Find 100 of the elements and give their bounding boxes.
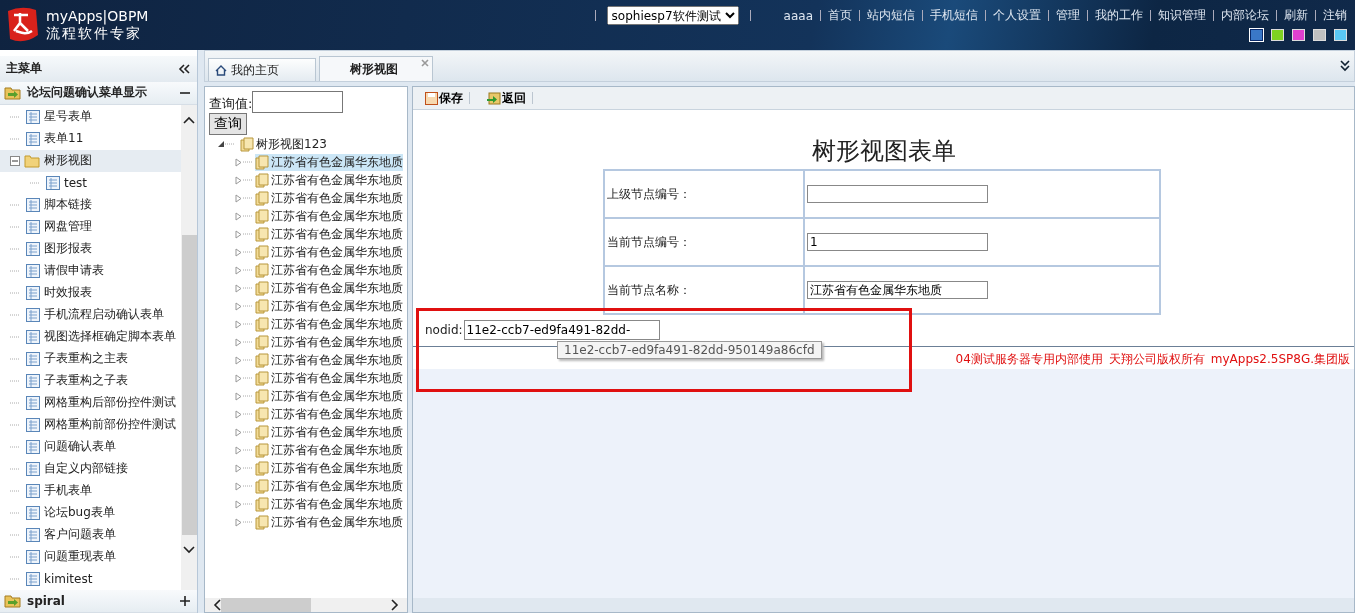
menu-item[interactable]: 网盘管理 — [0, 215, 181, 238]
menu-item[interactable]: 论坛bug表单 — [0, 501, 181, 524]
nav-link[interactable]: 刷新 — [1284, 7, 1308, 24]
tree-node[interactable]: 江苏省有色金属华东地质 — [255, 243, 403, 261]
scroll-left-icon[interactable] — [213, 599, 221, 611]
menu-item[interactable]: 自定义内部链接 — [0, 457, 181, 480]
menu-item[interactable]: 子表重构之主表 — [0, 347, 181, 370]
menu-group[interactable]: 论坛问题确认菜单显示 — [0, 81, 197, 105]
tree-node[interactable]: 江苏省有色金属华东地质 — [255, 351, 403, 369]
theme-swatch[interactable] — [1250, 29, 1263, 41]
tree-line — [10, 488, 22, 493]
form-icon — [26, 131, 40, 146]
form-icon — [26, 549, 40, 564]
menu-item[interactable]: 手机表单 — [0, 479, 181, 502]
scrollbar[interactable] — [181, 104, 197, 591]
nav-link[interactable]: 个人设置 — [993, 7, 1041, 24]
folder-icon — [255, 334, 269, 350]
menu-item[interactable]: 图形报表 — [0, 237, 181, 260]
scrollbar[interactable] — [205, 598, 407, 612]
nav-link[interactable]: 我的工作 — [1095, 7, 1143, 24]
nav-link[interactable]: 站内短信 — [867, 7, 915, 24]
nav-link[interactable]: 管理 — [1056, 7, 1080, 24]
tree-node[interactable]: 江苏省有色金属华东地质 — [255, 153, 403, 171]
tree-node[interactable]: 江苏省有色金属华东地质 — [255, 495, 403, 513]
menu-item[interactable]: 手机流程启动确认表单 — [0, 303, 181, 326]
scroll-up-icon[interactable] — [183, 115, 195, 124]
tree-node[interactable]: 江苏省有色金属华东地质 — [255, 369, 403, 387]
form-icon — [26, 307, 40, 322]
menu-item[interactable]: 星号表单 — [0, 105, 181, 128]
form-icon — [26, 483, 40, 498]
tree-node[interactable]: 江苏省有色金属华东地质 — [255, 171, 403, 189]
tree-node[interactable]: 江苏省有色金属华东地质 — [255, 477, 403, 495]
folder-icon — [240, 136, 254, 152]
menu-item[interactable]: kimitest — [0, 567, 181, 590]
tree-node[interactable]: 江苏省有色金属华东地质 — [255, 261, 403, 279]
menu-item[interactable]: 问题重现表单 — [0, 545, 181, 568]
tree-node[interactable]: 江苏省有色金属华东地质 — [255, 297, 403, 315]
tree-node[interactable]: 江苏省有色金属华东地质 — [255, 459, 403, 477]
menu-item[interactable]: test — [0, 171, 181, 194]
menu-item[interactable]: 网格重构后部份控件测试 — [0, 391, 181, 414]
scroll-right-icon[interactable] — [391, 599, 399, 611]
input-field[interactable]: 11e2-ccb7-ed9fa491-82dd- — [463, 320, 660, 340]
tree-line — [10, 532, 22, 537]
form-icon — [26, 241, 40, 256]
tree-node[interactable]: 江苏省有色金属华东地质 — [255, 387, 403, 405]
menu-item[interactable]: 脚本链接 — [0, 193, 181, 216]
scroll-down-icon[interactable] — [183, 545, 195, 554]
nav-link[interactable]: aaaa — [783, 8, 813, 23]
nav-link[interactable]: 知识管理 — [1158, 7, 1206, 24]
nav-link[interactable]: 内部论坛 — [1221, 7, 1269, 24]
search-field[interactable] — [252, 91, 344, 113]
tree-node[interactable]: 江苏省有色金属华东地质 — [255, 225, 403, 243]
form-icon — [26, 395, 40, 410]
nav-link[interactable]: 首页 — [828, 7, 852, 24]
menu-item[interactable]: 表单11 — [0, 127, 181, 150]
menu-item[interactable]: 网格重构前部份控件测试 — [0, 413, 181, 436]
double-chevron-down-icon[interactable] — [1340, 60, 1350, 72]
folder-icon — [255, 460, 269, 476]
tree-node[interactable]: 江苏省有色金属华东地质 — [255, 423, 403, 441]
input-field[interactable]: 江苏省有色金属华东地质 — [807, 281, 988, 299]
folder-icon — [255, 424, 269, 440]
menu-item[interactable]: 树形视图 — [0, 149, 181, 172]
tree-node[interactable]: 江苏省有色金属华东地质 — [255, 405, 403, 423]
menu-item[interactable]: 客户问题表单 — [0, 523, 181, 546]
tab[interactable]: 我的主页 — [208, 58, 316, 81]
account-select[interactable]: sophiesp7软件测试 — [606, 6, 739, 25]
tree-node[interactable]: 江苏省有色金属华东地质 — [255, 333, 403, 351]
tree-line — [10, 334, 22, 339]
collapse-icon[interactable] — [217, 140, 225, 148]
collapse-icon[interactable] — [177, 63, 191, 74]
tree-node[interactable]: 江苏省有色金属华东地质 — [255, 513, 403, 531]
tab[interactable]: 树形视图 — [319, 56, 433, 81]
menu-item[interactable]: 时效报表 — [0, 281, 181, 304]
form-icon — [26, 527, 40, 542]
menu-item[interactable]: 请假申请表 — [0, 259, 181, 282]
input-field[interactable]: 1 — [807, 233, 988, 251]
nav-link[interactable]: 手机短信 — [930, 7, 978, 24]
menu-group[interactable]: spiral — [0, 590, 197, 613]
toolbar-button[interactable]: 保存 — [425, 89, 463, 107]
tree-node[interactable]: 江苏省有色金属华东地质 — [255, 279, 403, 297]
search-button[interactable]: 查询 — [209, 113, 247, 135]
tree-line — [243, 250, 255, 254]
menu-item[interactable]: 子表重构之子表 — [0, 369, 181, 392]
tree-node[interactable]: 江苏省有色金属华东地质 — [255, 441, 403, 459]
toolbar-button[interactable]: 返回 — [486, 89, 526, 107]
tree-line — [10, 312, 22, 317]
menu-item[interactable]: 问题确认表单 — [0, 435, 181, 458]
menu-item[interactable]: 视图选择框确定脚本表单 — [0, 325, 181, 348]
input-field[interactable] — [807, 185, 988, 203]
close-icon[interactable] — [421, 59, 429, 67]
folder-icon — [255, 280, 269, 296]
tree-line — [243, 214, 255, 218]
nav-link[interactable]: 注销 — [1323, 7, 1347, 24]
tree-node[interactable]: 江苏省有色金属华东地质 — [255, 189, 403, 207]
tree-node[interactable]: 树形视图123 — [240, 135, 327, 153]
tooltip: 11e2-ccb7-ed9fa491-82dd-950149a86cfd — [557, 341, 822, 359]
tree-node[interactable]: 江苏省有色金属华东地质 — [255, 207, 403, 225]
expand-icon[interactable] — [179, 595, 191, 608]
tree-node[interactable]: 江苏省有色金属华东地质 — [255, 315, 403, 333]
folder-icon — [24, 153, 40, 168]
